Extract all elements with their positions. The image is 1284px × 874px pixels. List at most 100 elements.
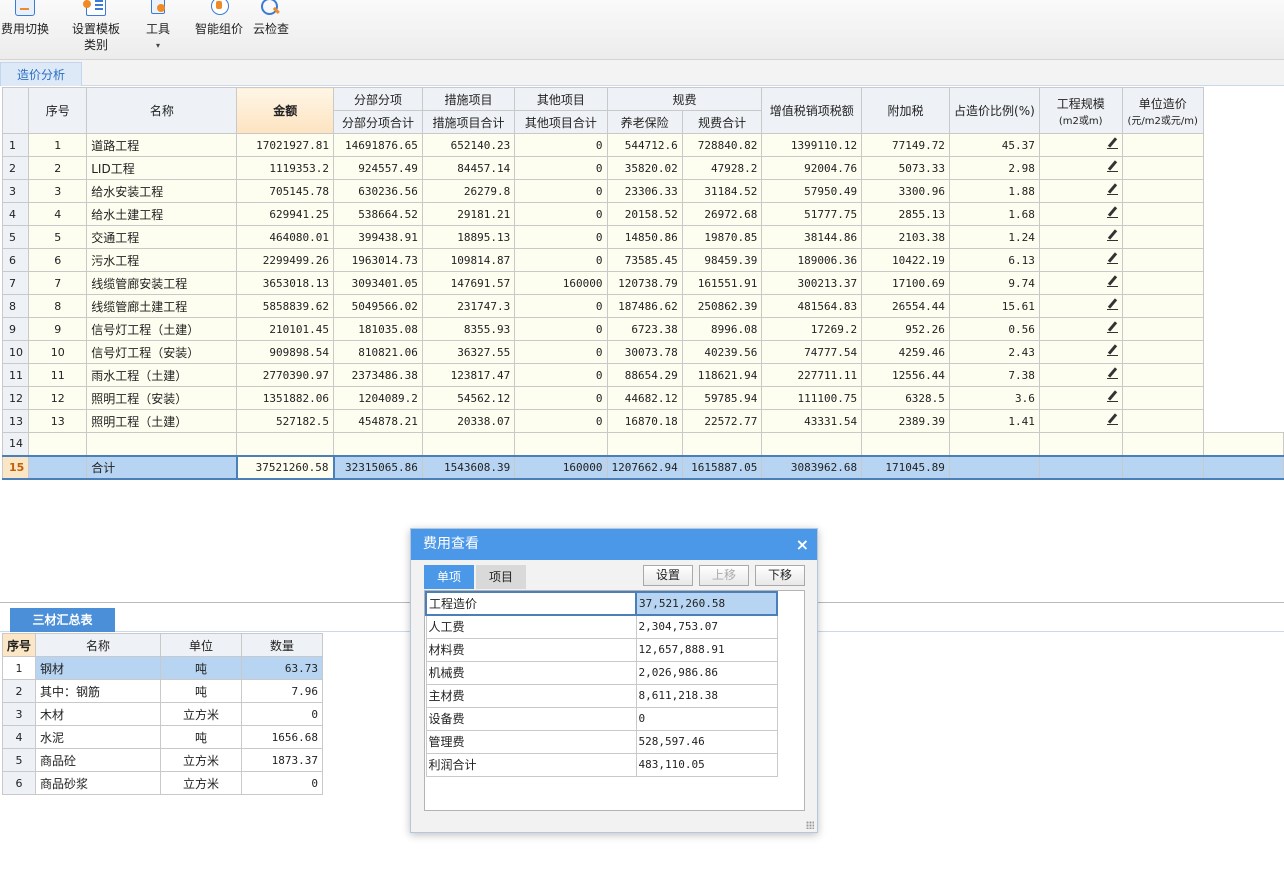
cell-unit-cost[interactable] — [1121, 156, 1204, 180]
pencil-icon[interactable] — [1106, 230, 1118, 241]
cell-ratio[interactable]: 1.24 — [948, 225, 1040, 249]
mat-seq[interactable]: 6 — [1, 771, 37, 795]
cell-fees-total[interactable]: 47928.2 — [681, 156, 763, 180]
cell-pension[interactable]: 6723.38 — [606, 317, 683, 341]
cell-other-total[interactable]: 0 — [514, 317, 608, 341]
table-row[interactable]: 6 6 污水工程 2299499.26 1963014.73 109814.87 0 7358… — [1, 248, 1284, 272]
cell-fees-total[interactable]: 19870.85 — [681, 225, 763, 249]
mat-seq[interactable]: 5 — [1, 748, 37, 772]
cell-name[interactable]: 信号灯工程（土建） — [86, 317, 238, 341]
cell-name[interactable]: LID工程 — [86, 156, 238, 180]
pencil-icon[interactable] — [1106, 207, 1118, 218]
row-number[interactable]: 15 — [1, 454, 30, 480]
pencil-icon[interactable] — [1106, 276, 1118, 287]
fee-row[interactable]: 机械费 2,026,986.86 — [425, 660, 778, 685]
mat-unit[interactable]: 立方米 — [160, 702, 243, 726]
cell-name[interactable]: 照明工程（土建） — [86, 409, 238, 433]
cell-pension[interactable]: 187486.62 — [606, 294, 683, 318]
fee-name[interactable]: 管理费 — [425, 729, 637, 754]
tab-project[interactable]: 项目 — [476, 565, 526, 589]
empty-cell[interactable] — [333, 432, 423, 456]
cell-surtax[interactable]: 6328.5 — [861, 386, 950, 410]
cell-unit-cost[interactable] — [1121, 202, 1204, 226]
dialog-title-bar[interactable]: 费用查看 × — [411, 529, 817, 560]
cell-measures-total[interactable]: 147691.57 — [421, 271, 516, 295]
cell-measures-total[interactable]: 652140.23 — [421, 133, 516, 157]
mat-qty[interactable]: 63.73 — [241, 656, 324, 680]
fee-value[interactable]: 528,597.46 — [635, 729, 778, 754]
fee-switch-button[interactable]: 费用切换 — [0, 0, 50, 58]
fee-name[interactable]: 主材费 — [425, 683, 637, 708]
cell-amount[interactable]: 464080.01 — [236, 225, 335, 249]
cell-measures-total[interactable]: 20338.07 — [421, 409, 516, 433]
cell-amount[interactable]: 5858839.62 — [236, 294, 335, 318]
fee-row[interactable]: 材料费 12,657,888.91 — [425, 637, 778, 662]
fee-name[interactable]: 材料费 — [425, 637, 637, 662]
tab-single-item[interactable]: 单项 — [424, 565, 474, 589]
total-measures[interactable]: 1543608.39 — [421, 454, 516, 480]
cell-scale[interactable] — [1038, 179, 1123, 203]
cell-measures-total[interactable]: 109814.87 — [421, 248, 516, 272]
cell-ratio[interactable]: 2.98 — [948, 156, 1040, 180]
total-ratio[interactable] — [948, 454, 1040, 480]
mat-unit[interactable]: 吨 — [160, 679, 243, 703]
fee-name[interactable]: 工程造价 — [425, 591, 637, 616]
cell-fees-total[interactable]: 31184.52 — [681, 179, 763, 203]
cell-measures-total[interactable]: 54562.12 — [421, 386, 516, 410]
cell-scale[interactable] — [1038, 202, 1123, 226]
mat-name[interactable]: 木材 — [35, 702, 162, 726]
mat-unit[interactable]: 立方米 — [160, 771, 243, 795]
cell-seq[interactable]: 1 — [28, 133, 88, 157]
cell-scale[interactable] — [1038, 248, 1123, 272]
cell-vat[interactable]: 51777.75 — [761, 202, 863, 226]
cell-surtax[interactable]: 12556.44 — [861, 363, 950, 387]
move-up-button[interactable]: 上移 — [699, 565, 749, 586]
cell-scale[interactable] — [1038, 363, 1123, 387]
fee-value[interactable]: 12,657,888.91 — [635, 637, 778, 662]
total-surtax[interactable]: 171045.89 — [861, 454, 950, 480]
cell-amount[interactable]: 909898.54 — [236, 340, 335, 364]
cell-surtax[interactable]: 2389.39 — [861, 409, 950, 433]
tools-menu-button[interactable]: 工具 ▾ — [140, 0, 176, 58]
empty-cell[interactable] — [421, 432, 516, 456]
mat-name[interactable]: 商品砼 — [35, 748, 162, 772]
cell-seq[interactable]: 12 — [28, 386, 88, 410]
total-label[interactable]: 合计 — [86, 454, 238, 480]
cell-other-total[interactable]: 0 — [514, 156, 608, 180]
cell-measures-total[interactable]: 29181.21 — [421, 202, 516, 226]
mat-name[interactable]: 商品砂浆 — [35, 771, 162, 795]
empty-cell[interactable] — [1121, 432, 1204, 456]
fee-name[interactable]: 设备费 — [425, 706, 637, 731]
cell-unit-cost[interactable] — [1121, 340, 1204, 364]
cell-ratio[interactable]: 1.68 — [948, 202, 1040, 226]
close-icon[interactable]: × — [796, 529, 809, 560]
list-item[interactable]: 4 水泥吨 1656.68 — [1, 725, 324, 749]
cell-seq[interactable]: 10 — [28, 340, 88, 364]
fee-value[interactable]: 483,110.05 — [635, 752, 778, 777]
total-sub-item[interactable]: 32315065.86 — [333, 454, 423, 480]
cell-fees-total[interactable]: 728840.82 — [681, 133, 763, 157]
cell-ratio[interactable]: 1.88 — [948, 179, 1040, 203]
table-row[interactable]: 12 12 照明工程（安装） 1351882.06 1204089.2 54562.12 0… — [1, 386, 1284, 410]
cell-surtax[interactable]: 952.26 — [861, 317, 950, 341]
table-row-empty[interactable]: 14 — [1, 432, 1284, 456]
cell-amount[interactable]: 2299499.26 — [236, 248, 335, 272]
total-unit-cost[interactable] — [1202, 454, 1284, 480]
fee-row[interactable]: 设备费 0 — [425, 706, 778, 731]
cell-sub-item-total[interactable]: 2373486.38 — [333, 363, 423, 387]
cell-measures-total[interactable]: 18895.13 — [421, 225, 516, 249]
row-number[interactable]: 8 — [1, 294, 30, 318]
cell-name[interactable]: 信号灯工程（安装） — [86, 340, 238, 364]
cell-other-total[interactable]: 0 — [514, 340, 608, 364]
empty-cell[interactable] — [606, 432, 683, 456]
cell-measures-total[interactable]: 26279.8 — [421, 179, 516, 203]
total-amount[interactable]: 37521260.58 — [235, 454, 335, 480]
cell-ratio[interactable]: 0.56 — [948, 317, 1040, 341]
cell-measures-total[interactable]: 231747.3 — [421, 294, 516, 318]
table-row[interactable]: 7 7 线缆管廊安装工程 3653018.13 3093401.05 147691.57 1… — [1, 271, 1284, 295]
cell-pension[interactable]: 30073.78 — [606, 340, 683, 364]
empty-cell[interactable] — [1202, 432, 1284, 456]
total-scale[interactable] — [1121, 454, 1204, 480]
cell-scale[interactable] — [1038, 294, 1123, 318]
row-number[interactable]: 2 — [1, 156, 30, 180]
